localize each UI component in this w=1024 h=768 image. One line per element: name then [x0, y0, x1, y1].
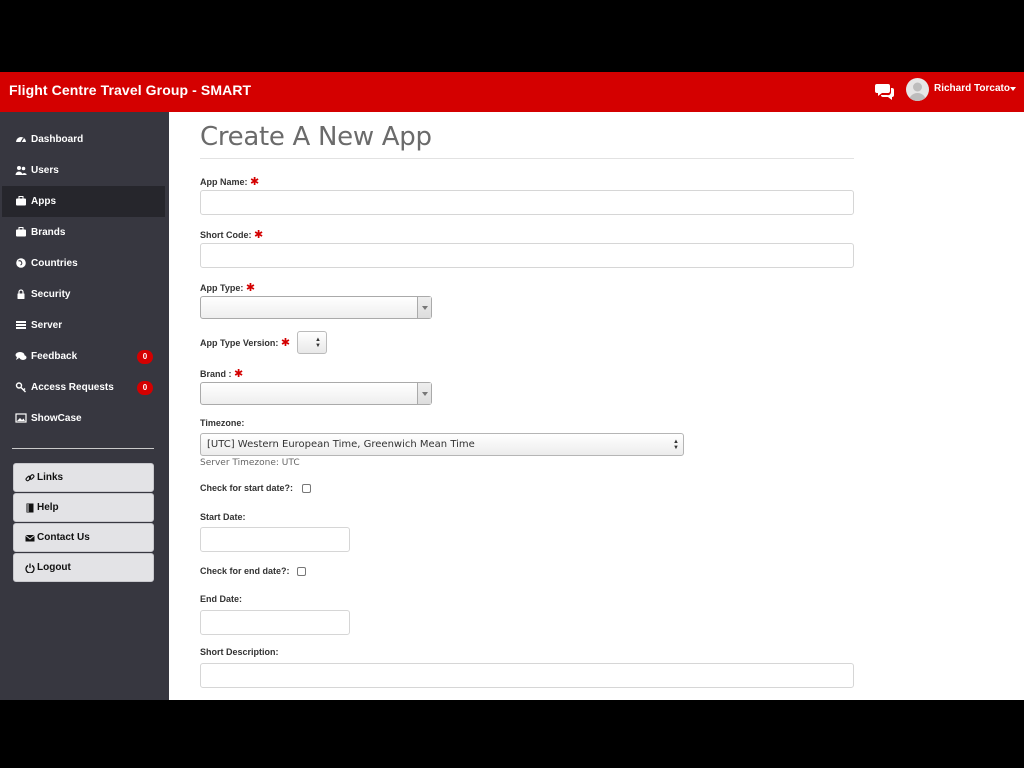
- top-navbar: Flight Centre Travel Group - SMART Richa…: [0, 72, 1024, 112]
- brand-select[interactable]: [200, 382, 432, 405]
- sidebar-item-label: Access Requests: [31, 382, 114, 393]
- briefcase-icon: [16, 196, 26, 206]
- short-description-label: Short Description:: [200, 647, 279, 657]
- app-name-input[interactable]: [200, 190, 854, 215]
- brand-label: Brand : ✱: [200, 368, 244, 380]
- end-date-label: End Date:: [200, 594, 243, 604]
- up-down-arrows-icon: ▲ ▼: [673, 439, 679, 451]
- server-icon: [16, 321, 26, 329]
- app-screen: Flight Centre Travel Group - SMART Richa…: [0, 72, 1024, 700]
- feedback-count-badge: 0: [137, 350, 153, 364]
- sidebar-item-label: Dashboard: [31, 134, 84, 145]
- contact-us-button-label: Contact Us: [37, 532, 90, 543]
- sidebar-item-label: ShowCase: [31, 413, 82, 424]
- check-start-date-checkbox[interactable]: [302, 484, 311, 493]
- timezone-select[interactable]: [UTC] Western European Time, Greenwich M…: [200, 433, 684, 456]
- chat-bubbles-icon[interactable]: [875, 82, 895, 100]
- main-content: Create A New App App Name: ✱ Short Code:…: [169, 112, 1024, 700]
- links-button-label: Links: [37, 472, 64, 483]
- dashboard-icon: [16, 137, 26, 143]
- help-button-label: Help: [37, 502, 59, 513]
- globe-icon: [16, 258, 26, 268]
- check-start-date-label: Check for start date?:: [200, 483, 294, 493]
- short-code-input[interactable]: [200, 243, 854, 268]
- page-title: Create A New App: [200, 122, 432, 152]
- sidebar-item-apps[interactable]: Apps: [2, 186, 165, 217]
- required-asterisk-icon: ✱: [280, 337, 291, 349]
- start-date-input[interactable]: [200, 527, 350, 552]
- sidebar-item-server[interactable]: Server: [2, 310, 165, 341]
- links-button[interactable]: Links: [13, 463, 154, 492]
- sidebar-item-label: Server: [31, 320, 63, 331]
- app-type-version-label: App Type Version: ✱: [200, 337, 291, 349]
- app-type-select[interactable]: [200, 296, 432, 319]
- sidebar-item-security[interactable]: Security: [2, 279, 165, 310]
- short-code-label: Short Code: ✱: [200, 229, 264, 241]
- sidebar: Dashboard Users Apps Brands Countries Se…: [0, 112, 169, 700]
- server-timezone-hint: Server Timezone: UTC: [200, 458, 300, 468]
- up-down-arrows-icon: ▲ ▼: [315, 337, 321, 349]
- required-asterisk-icon: ✱: [250, 176, 260, 188]
- sidebar-item-label: Users: [31, 165, 59, 176]
- start-date-label: Start Date:: [200, 512, 246, 522]
- user-avatar[interactable]: [906, 78, 929, 101]
- sidebar-item-access-requests[interactable]: Access Requests 0: [2, 372, 165, 403]
- sidebar-item-label: Apps: [31, 196, 56, 207]
- power-icon: [25, 563, 35, 573]
- envelope-icon: [25, 534, 35, 542]
- comments-icon: [15, 352, 27, 360]
- sidebar-item-label: Feedback: [31, 351, 78, 362]
- sidebar-divider: [12, 448, 154, 449]
- short-description-input[interactable]: [200, 663, 854, 688]
- key-icon: [15, 382, 26, 393]
- app-type-version-select[interactable]: ▲ ▼: [297, 331, 327, 354]
- title-divider: [200, 158, 854, 159]
- sidebar-item-brands[interactable]: Brands: [2, 217, 165, 248]
- sidebar-item-users[interactable]: Users: [2, 155, 165, 186]
- user-silhouette-icon: [909, 82, 926, 101]
- sidebar-item-dashboard[interactable]: Dashboard: [2, 124, 165, 155]
- check-end-date-label: Check for end date?:: [200, 566, 290, 576]
- required-asterisk-icon: ✱: [254, 229, 264, 241]
- brand-title[interactable]: Flight Centre Travel Group - SMART: [9, 72, 251, 108]
- help-button[interactable]: Help: [13, 493, 154, 522]
- book-icon: [26, 503, 34, 513]
- app-type-label: App Type: ✱: [200, 282, 256, 294]
- end-date-input[interactable]: [200, 610, 350, 635]
- required-asterisk-icon: ✱: [234, 368, 244, 380]
- contact-us-button[interactable]: Contact Us: [13, 523, 154, 552]
- sidebar-item-showcase[interactable]: ShowCase: [2, 403, 165, 434]
- timezone-label: Timezone:: [200, 418, 245, 428]
- app-name-label: App Name: ✱: [200, 176, 260, 188]
- access-requests-count-badge: 0: [137, 381, 153, 395]
- timezone-selected-value: [UTC] Western European Time, Greenwich M…: [207, 439, 475, 450]
- dropdown-arrow-icon[interactable]: [417, 383, 431, 404]
- check-end-date-checkbox[interactable]: [297, 567, 306, 576]
- lock-icon: [17, 289, 25, 299]
- briefcase-icon: [16, 227, 26, 237]
- caret-down-icon[interactable]: [1010, 87, 1016, 91]
- sidebar-item-label: Security: [31, 289, 71, 300]
- sidebar-item-countries[interactable]: Countries: [2, 248, 165, 279]
- logout-button-label: Logout: [37, 562, 71, 573]
- user-name[interactable]: Richard Torcato: [934, 72, 1010, 106]
- sidebar-item-feedback[interactable]: Feedback 0: [2, 341, 165, 372]
- dropdown-arrow-icon[interactable]: [417, 297, 431, 318]
- picture-icon: [15, 413, 27, 423]
- required-asterisk-icon: ✱: [245, 282, 256, 294]
- link-icon: [25, 474, 35, 482]
- logout-button[interactable]: Logout: [13, 553, 154, 582]
- users-icon: [15, 166, 27, 175]
- sidebar-item-label: Brands: [31, 227, 66, 238]
- sidebar-item-label: Countries: [31, 258, 78, 269]
